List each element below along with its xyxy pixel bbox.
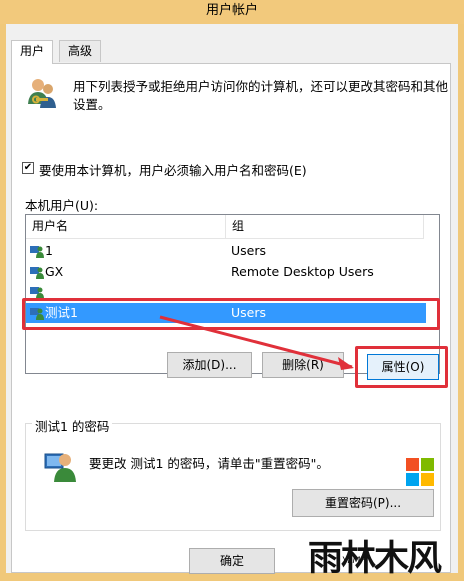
user-password-icon (44, 453, 76, 482)
require-login-checkbox[interactable]: ✔ (22, 162, 34, 174)
user-icon (30, 246, 44, 258)
row-username: 1 (45, 243, 53, 258)
local-users-label: 本机用户(U): (25, 198, 99, 213)
checkmark-icon: ✔ (23, 162, 33, 173)
properties-button-highlight (355, 346, 448, 388)
intro-text-line1: 用下列表授予或拒绝用户访问你的计算机，还可以更改其密码和其他 (73, 79, 449, 94)
users-icon (28, 79, 56, 108)
column-header-username[interactable]: 用户名 (26, 215, 226, 239)
column-header-group[interactable]: 组 (226, 215, 424, 239)
intro-text-line2: 设置。 (73, 97, 111, 112)
user-icon (30, 287, 44, 299)
window-title: 用户帐户 (205, 3, 258, 18)
tab-advanced-label: 高级 (68, 44, 93, 58)
table-row[interactable]: 1 Users (26, 241, 426, 261)
column-header-username-label: 用户名 (32, 219, 69, 233)
password-group-title: 测试1 的密码 (32, 416, 113, 435)
watermark-brand: 雨林木风 (308, 538, 442, 579)
ok-button[interactable]: 确定 (189, 548, 275, 574)
row-username: GX (45, 264, 64, 279)
watermark-sub: YLMF (342, 556, 366, 566)
tab-users-label: 用户 (20, 44, 45, 58)
require-login-label: 要使用本计算机，用户必须输入用户名和密码(E) (39, 163, 307, 178)
tab-users[interactable]: 用户 (11, 40, 54, 64)
row-group: Users (231, 243, 267, 258)
windows-logo-icon (406, 458, 434, 486)
user-icon (30, 267, 44, 279)
row-group: Remote Desktop Users (231, 264, 374, 279)
tab-advanced[interactable]: 高级 (59, 40, 102, 62)
column-header-group-label: 组 (232, 219, 245, 233)
watermark-logo: 雨林木风 YLMF (300, 458, 460, 579)
arrow-icon (159, 315, 354, 370)
table-row[interactable]: GX Remote Desktop Users (26, 262, 426, 282)
password-group-text: 要更改 测试1 的密码，请单击"重置密码"。 (89, 456, 329, 471)
title-bar: 用户帐户 (0, 0, 464, 24)
